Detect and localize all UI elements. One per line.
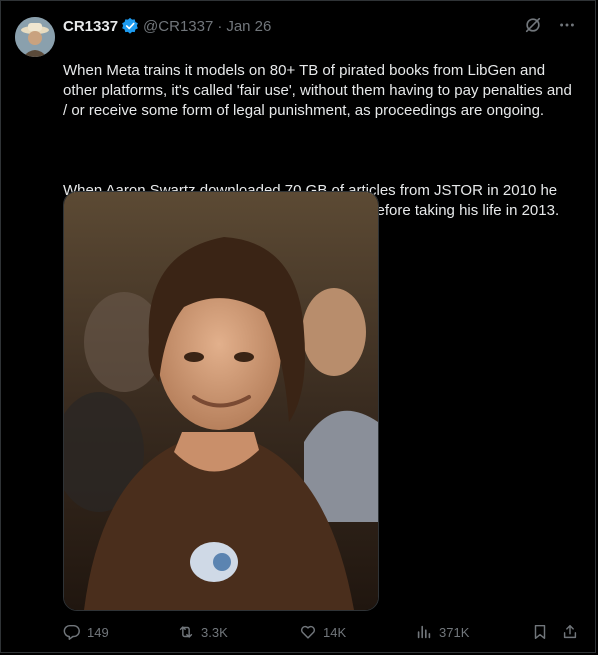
tweet-photo[interactable]: [63, 191, 379, 611]
author-name[interactable]: CR1337: [63, 18, 118, 35]
tweet-header: CR1337 @CR1337 · Jan 26: [63, 15, 577, 37]
tweet-paragraph-1: When Meta trains it models on 80+ TB of …: [63, 62, 572, 119]
tweet-actions: 149 3.3K 14K 371K: [63, 621, 583, 643]
more-options-icon[interactable]: [557, 15, 577, 35]
repost-icon: [179, 626, 193, 638]
repost-button[interactable]: 3.3K: [177, 621, 228, 643]
views-button[interactable]: 371K: [415, 621, 469, 643]
heart-icon: [300, 625, 316, 639]
reply-button[interactable]: 149: [63, 621, 109, 643]
views-bar-chart-icon: [417, 625, 431, 639]
views-count: 371K: [439, 624, 470, 640]
header-actions: [523, 15, 577, 35]
bookmark-button[interactable]: [531, 621, 549, 643]
reply-count: 149: [87, 624, 109, 640]
photo-image: [64, 192, 378, 610]
tweet-date[interactable]: Jan 26: [226, 18, 271, 35]
bookmark-icon: [534, 624, 546, 640]
reply-icon: [63, 624, 80, 640]
grok-icon[interactable]: [523, 15, 543, 35]
author-handle[interactable]: @CR1337: [143, 18, 213, 35]
header-separator: ·: [217, 17, 223, 35]
avatar[interactable]: [15, 17, 55, 57]
verified-badge-icon: [121, 17, 139, 35]
avatar-image: [15, 17, 55, 57]
like-button[interactable]: 14K: [299, 621, 346, 643]
like-count: 14K: [323, 624, 347, 640]
repost-count: 3.3K: [201, 624, 228, 640]
tweet-card[interactable]: CR1337 @CR1337 · Jan 26 When Meta trains…: [0, 0, 596, 653]
share-button[interactable]: [561, 621, 579, 643]
share-icon: [563, 624, 577, 639]
